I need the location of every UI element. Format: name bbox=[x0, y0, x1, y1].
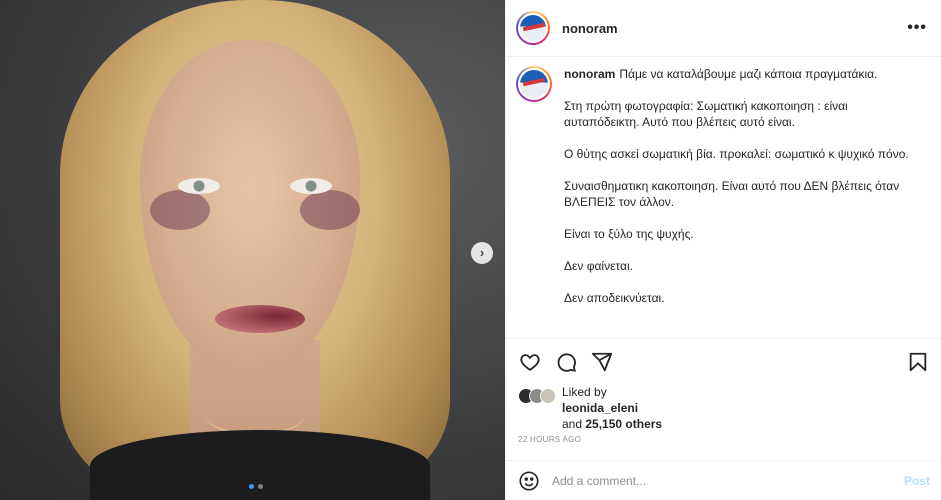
photo-bruise-left bbox=[150, 190, 210, 230]
caption-text: nonoram Πάμε να καταλάβουμε μαζι κάποια π… bbox=[564, 66, 924, 322]
liker-username[interactable]: leonida_eleni bbox=[562, 400, 662, 416]
more-horizontal-icon[interactable]: ••• bbox=[907, 19, 927, 37]
liker-avatars bbox=[518, 388, 556, 404]
post-image[interactable]: › bbox=[0, 0, 505, 500]
photo-eye-left bbox=[178, 178, 220, 194]
caption-avatar[interactable] bbox=[516, 66, 552, 102]
avatar[interactable] bbox=[540, 388, 556, 404]
photo-lips bbox=[215, 305, 305, 333]
bookmark-icon[interactable] bbox=[906, 350, 930, 374]
post-header: nonoram ••• bbox=[506, 0, 941, 57]
liked-by-label: Liked by bbox=[562, 385, 607, 399]
carousel-indicator bbox=[249, 484, 263, 489]
caption-row: nonoram Πάμε να καταλάβουμε μαζι κάποια π… bbox=[516, 66, 928, 322]
caption-paragraph: Είναι το ξύλο της ψυχής. bbox=[564, 227, 694, 241]
share-icon[interactable] bbox=[590, 350, 614, 374]
post-timestamp[interactable]: 22 HOURS AGO bbox=[518, 435, 581, 444]
avatar[interactable] bbox=[516, 11, 550, 45]
carousel-next-button[interactable]: › bbox=[471, 242, 493, 264]
photo-eye-right bbox=[290, 178, 332, 194]
caption-paragraph-text: Πάμε να καταλάβουμε μαζι κάποια πραγματά… bbox=[619, 67, 878, 81]
carousel-dot bbox=[258, 484, 263, 489]
comment-icon[interactable] bbox=[554, 350, 578, 374]
post-comment-button[interactable]: Post bbox=[904, 474, 930, 488]
caption-paragraph: Δεν αποδεικνύεται. bbox=[564, 291, 665, 305]
chevron-right-icon: › bbox=[479, 245, 485, 260]
caption-area: nonoram Πάμε να καταλάβουμε μαζι κάποια π… bbox=[506, 58, 941, 338]
likes-text: Liked by leonida_eleni and 25,150 others bbox=[562, 384, 662, 432]
likes-others-line: and 25,150 others bbox=[562, 416, 662, 432]
heart-icon[interactable] bbox=[518, 350, 542, 374]
post-side-panel: nonoram ••• nonoram Πάμε να καταλάβουμε μ… bbox=[505, 0, 941, 500]
post-username[interactable]: nonoram bbox=[562, 21, 907, 36]
photo-shirt bbox=[90, 430, 430, 500]
carousel-dot bbox=[249, 484, 254, 489]
caption-paragraph: Δεν φαίνεται. bbox=[564, 259, 633, 273]
comment-bar: Post bbox=[506, 460, 941, 500]
caption-paragraph: Συναισθηματικη κακοποιηση. Είναι αυτό πο… bbox=[564, 179, 900, 209]
caption-paragraph: Στη πρώτη φωτογραφία: Σωματική κακοποιησ… bbox=[564, 99, 848, 129]
likes-others-link[interactable]: 25,150 others bbox=[585, 417, 662, 431]
photo-necklace bbox=[205, 395, 305, 435]
caption-paragraph: nonoram Πάμε να καταλάβουμε μαζι κάποια π… bbox=[564, 66, 924, 82]
comment-input[interactable] bbox=[552, 473, 904, 488]
emoji-icon[interactable] bbox=[518, 470, 540, 492]
caption-username[interactable]: nonoram bbox=[564, 67, 615, 81]
action-bar bbox=[506, 338, 941, 384]
likes-and-label: and bbox=[562, 417, 583, 431]
likes-summary: Liked by leonida_eleni and 25,150 others bbox=[518, 384, 662, 432]
caption-paragraph: Ο θύτης ασκεί σωματική βία. προκαλεί: σω… bbox=[564, 147, 909, 161]
photo-bruise-right bbox=[300, 190, 360, 230]
